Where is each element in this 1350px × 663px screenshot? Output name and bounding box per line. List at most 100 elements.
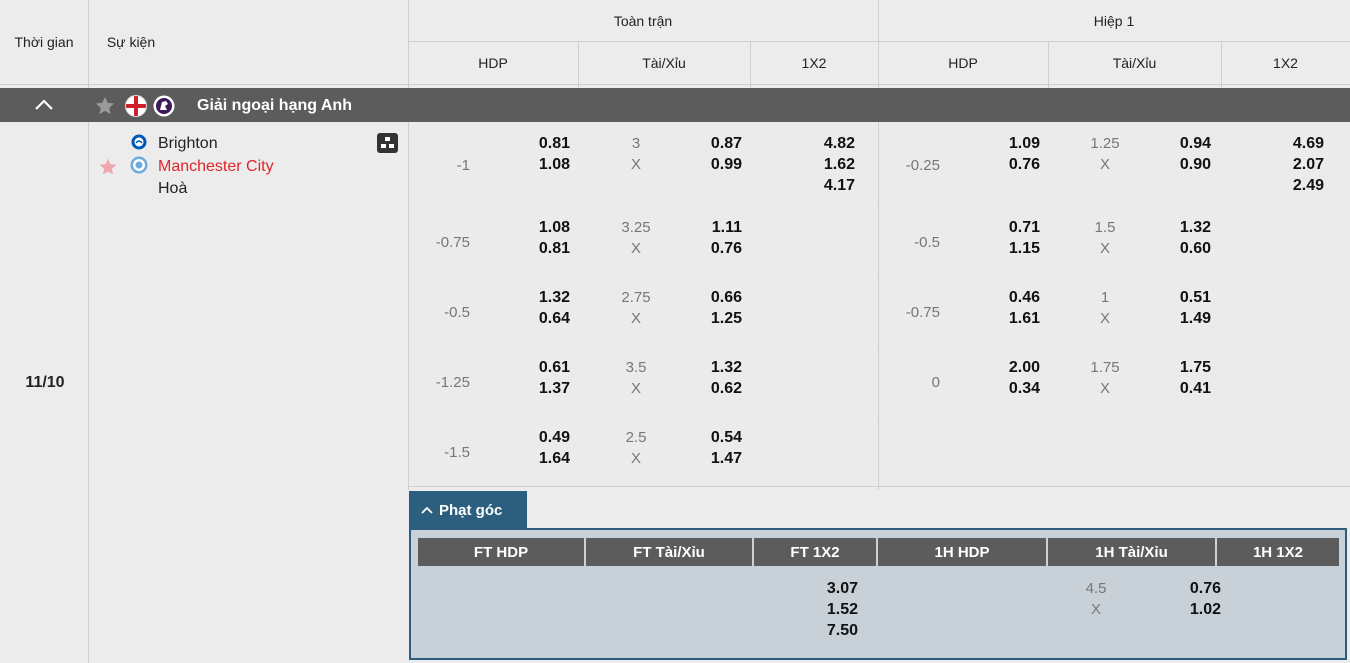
- h1-hdp-header: HDP: [948, 55, 978, 71]
- h1-1x2-odds[interactable]: 2.49: [1250, 175, 1324, 196]
- corner-ft-ou-header: FT Tài/Xỉu: [586, 538, 752, 566]
- ft-ou-line: 2.5: [625, 429, 647, 446]
- ft-hdp-away-odds[interactable]: 0.64: [500, 308, 570, 329]
- h1-hdp-away-odds[interactable]: 1.61: [970, 308, 1040, 329]
- ft-ou-over-odds[interactable]: 0.87: [670, 133, 742, 154]
- league-name[interactable]: Giải ngoại hạng Anh: [197, 97, 352, 115]
- h1-ou-line: 1.5: [1094, 219, 1116, 236]
- h1-ou-over-odds[interactable]: 1.75: [1140, 357, 1211, 378]
- ft-ou-x: X: [630, 240, 641, 257]
- ft-ou-over-odds[interactable]: 1.11: [670, 217, 742, 238]
- corner-1h-ou-header: 1H Tài/Xỉu: [1048, 538, 1215, 566]
- h1-hdp-line: -0.75: [905, 303, 940, 321]
- away-team-name[interactable]: Manchester City: [158, 158, 274, 176]
- ft-1x2-header: 1X2: [801, 55, 827, 71]
- match-date: 11/10: [25, 374, 65, 391]
- h1-ou-under-odds[interactable]: 0.60: [1140, 238, 1211, 259]
- corner-1h-ou-over[interactable]: 0.76: [1131, 578, 1221, 599]
- divider: [408, 0, 409, 88]
- h1-ou-line: 1: [1100, 289, 1110, 306]
- h1-hdp-away-odds[interactable]: 0.34: [970, 378, 1040, 399]
- h1-ou-line: 1.25: [1090, 135, 1120, 152]
- h1-hdp-home-odds[interactable]: 2.00: [970, 357, 1040, 378]
- divider: [1221, 42, 1222, 88]
- favorite-match-star-icon[interactable]: [98, 157, 118, 177]
- ft-1x2-odds[interactable]: 4.17: [780, 175, 855, 196]
- corner-ft-1x2-draw[interactable]: 7.50: [791, 620, 858, 641]
- h1-ou-under-odds[interactable]: 0.90: [1140, 154, 1211, 175]
- ft-hdp-header: HDP: [478, 55, 508, 71]
- ft-hdp-away-odds[interactable]: 1.08: [500, 154, 570, 175]
- ft-hdp-home-odds[interactable]: 0.61: [500, 357, 570, 378]
- england-flag-icon: [125, 95, 147, 117]
- h1-ou-over-odds[interactable]: 0.94: [1140, 133, 1211, 154]
- man-city-logo-icon: [130, 156, 148, 174]
- ft-ou-line: 3.5: [625, 359, 647, 376]
- ft-hdp-home-odds[interactable]: 0.81: [500, 133, 570, 154]
- h1-1x2-header: 1X2: [1273, 55, 1298, 71]
- divider: [1048, 42, 1049, 88]
- ft-ou-under-odds[interactable]: 0.62: [670, 378, 742, 399]
- h1-ou-under-odds[interactable]: 0.41: [1140, 378, 1211, 399]
- ft-1x2-odds[interactable]: 4.82: [780, 133, 855, 154]
- stats-icon[interactable]: [377, 133, 398, 153]
- h1-ou-under-odds[interactable]: 1.49: [1140, 308, 1211, 329]
- h1-hdp-home-odds[interactable]: 0.46: [970, 287, 1040, 308]
- corners-tab[interactable]: Phạt góc: [409, 491, 527, 529]
- home-team-name[interactable]: Brighton: [158, 135, 218, 153]
- h1-ou-over-odds[interactable]: 1.32: [1140, 217, 1211, 238]
- corner-1h-ou-under[interactable]: 1.02: [1131, 599, 1221, 620]
- divider: [750, 42, 751, 88]
- h1-1x2-odds[interactable]: 4.69: [1250, 133, 1324, 154]
- corner-1h-hdp-header: 1H HDP: [878, 538, 1046, 566]
- h1-hdp-home-odds[interactable]: 0.71: [970, 217, 1040, 238]
- ft-hdp-line: -1.25: [435, 373, 470, 391]
- ft-ou-over-odds[interactable]: 0.66: [670, 287, 742, 308]
- ft-hdp-away-odds[interactable]: 1.64: [500, 448, 570, 469]
- h1-ou-over-odds[interactable]: 0.51: [1140, 287, 1211, 308]
- event-column-header: Sự kiện: [106, 34, 156, 50]
- h1-hdp-line: 0: [931, 373, 940, 391]
- ft-ou-under-odds[interactable]: 1.47: [670, 448, 742, 469]
- brighton-logo-icon: [131, 134, 147, 150]
- corner-1h-ou-line: 4.5: [1085, 580, 1107, 597]
- chevron-up-icon: [421, 502, 433, 519]
- ft-ou-under-odds[interactable]: 0.99: [670, 154, 742, 175]
- ft-ou-line: 3: [631, 135, 641, 152]
- ft-ou-over-odds[interactable]: 1.32: [670, 357, 742, 378]
- ft-hdp-away-odds[interactable]: 0.81: [500, 238, 570, 259]
- ft-hdp-home-odds[interactable]: 0.49: [500, 427, 570, 448]
- ft-ou-over-odds[interactable]: 0.54: [670, 427, 742, 448]
- ft-ou-header: Tài/Xỉu: [642, 55, 686, 71]
- ft-hdp-away-odds[interactable]: 1.37: [500, 378, 570, 399]
- h1-hdp-away-odds[interactable]: 1.15: [970, 238, 1040, 259]
- ft-hdp-home-odds[interactable]: 1.32: [500, 287, 570, 308]
- ft-hdp-line: -1: [456, 156, 470, 174]
- ft-hdp-line: -0.75: [435, 233, 470, 251]
- h1-hdp-home-odds[interactable]: 1.09: [970, 133, 1040, 154]
- ft-hdp-line: -0.5: [444, 303, 470, 321]
- h1-hdp-line: -0.5: [914, 233, 940, 251]
- h1-ou-line: 1.75: [1090, 359, 1120, 376]
- h1-hdp-away-odds[interactable]: 0.76: [970, 154, 1040, 175]
- h1-1x2-odds[interactable]: 2.07: [1250, 154, 1324, 175]
- ft-ou-x: X: [630, 310, 641, 327]
- first-half-header: Hiệp 1: [1093, 12, 1135, 29]
- favorite-star-icon[interactable]: [94, 95, 116, 117]
- draw-label: Hoà: [158, 180, 188, 197]
- ft-hdp-home-odds[interactable]: 1.08: [500, 217, 570, 238]
- time-column-header: Thời gian: [14, 34, 74, 50]
- ft-ou-under-odds[interactable]: 0.76: [670, 238, 742, 259]
- corner-ft-1x2-header: FT 1X2: [754, 538, 876, 566]
- corner-ft-1x2-home[interactable]: 3.07: [791, 578, 858, 599]
- full-match-header: Toàn trận: [613, 12, 673, 29]
- divider: [878, 0, 879, 88]
- h1-ou-x: X: [1099, 240, 1110, 257]
- h1-odds-block: [879, 416, 1350, 485]
- corner-ft-1x2-away[interactable]: 1.52: [791, 599, 858, 620]
- h1-ou-x: X: [1099, 310, 1110, 327]
- collapse-chevron-icon[interactable]: [33, 96, 55, 114]
- ft-ou-under-odds[interactable]: 1.25: [670, 308, 742, 329]
- ft-1x2-odds[interactable]: 1.62: [780, 154, 855, 175]
- row-divider: [408, 486, 1350, 487]
